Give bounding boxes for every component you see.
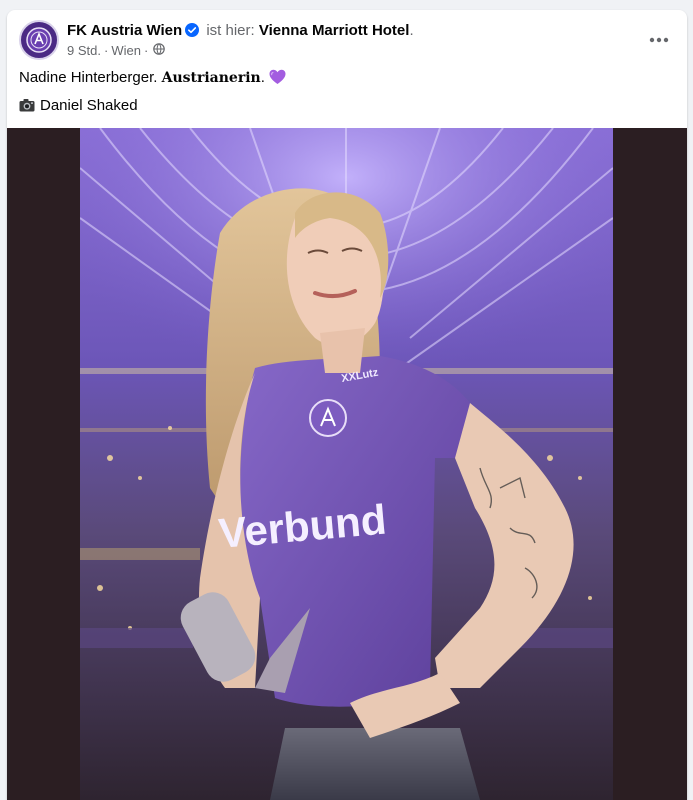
location-link[interactable]: Vienna Marriott Hotel (259, 22, 410, 39)
post-author-line: FK Austria Wien ist hier: Vienna Marriot… (67, 22, 414, 42)
post-text-name: Nadine Hinterberger. (19, 69, 158, 86)
post-text-line-2: Daniel Shaked (19, 96, 286, 124)
post-photo[interactable]: XXLutz Verbund (7, 128, 687, 800)
checkin-text: ist hier: (206, 22, 255, 39)
purple-heart-icon (269, 69, 286, 91)
photo-credit: Daniel Shaked (40, 97, 138, 114)
photo-image: XXLutz Verbund (80, 128, 613, 800)
globe-icon[interactable] (153, 43, 166, 59)
post-text: Nadine Hinterberger. Austrianerin. Danie… (19, 68, 286, 124)
camera-icon (19, 98, 35, 118)
page-name-link[interactable]: FK Austria Wien (67, 22, 182, 39)
post-card: FK Austria Wien ist hier: Vienna Marriot… (7, 10, 687, 800)
post-timestamp[interactable]: 9 Std. (67, 43, 101, 59)
meta-separator: · (103, 43, 109, 58)
more-options-icon (649, 37, 669, 43)
meta-separator-2: · (143, 43, 149, 58)
post-text-line-1: Nadine Hinterberger. Austrianerin. (19, 68, 286, 96)
post-header: FK Austria Wien ist hier: Vienna Marriot… (7, 10, 687, 70)
more-options-button[interactable] (647, 28, 671, 52)
jersey-crest (309, 399, 347, 437)
post-meta: 9 Std. · Wien · (67, 43, 166, 59)
photo-illustration: XXLutz Verbund (80, 128, 613, 800)
post-text-period: . (260, 69, 265, 86)
location-suffix: . (409, 22, 414, 39)
verified-badge-icon (185, 23, 200, 42)
post-text-bold: Austrianerin (161, 70, 261, 86)
page-avatar[interactable] (19, 20, 59, 60)
austria-wien-crest-icon (26, 27, 52, 53)
post-place[interactable]: Wien (111, 43, 141, 59)
